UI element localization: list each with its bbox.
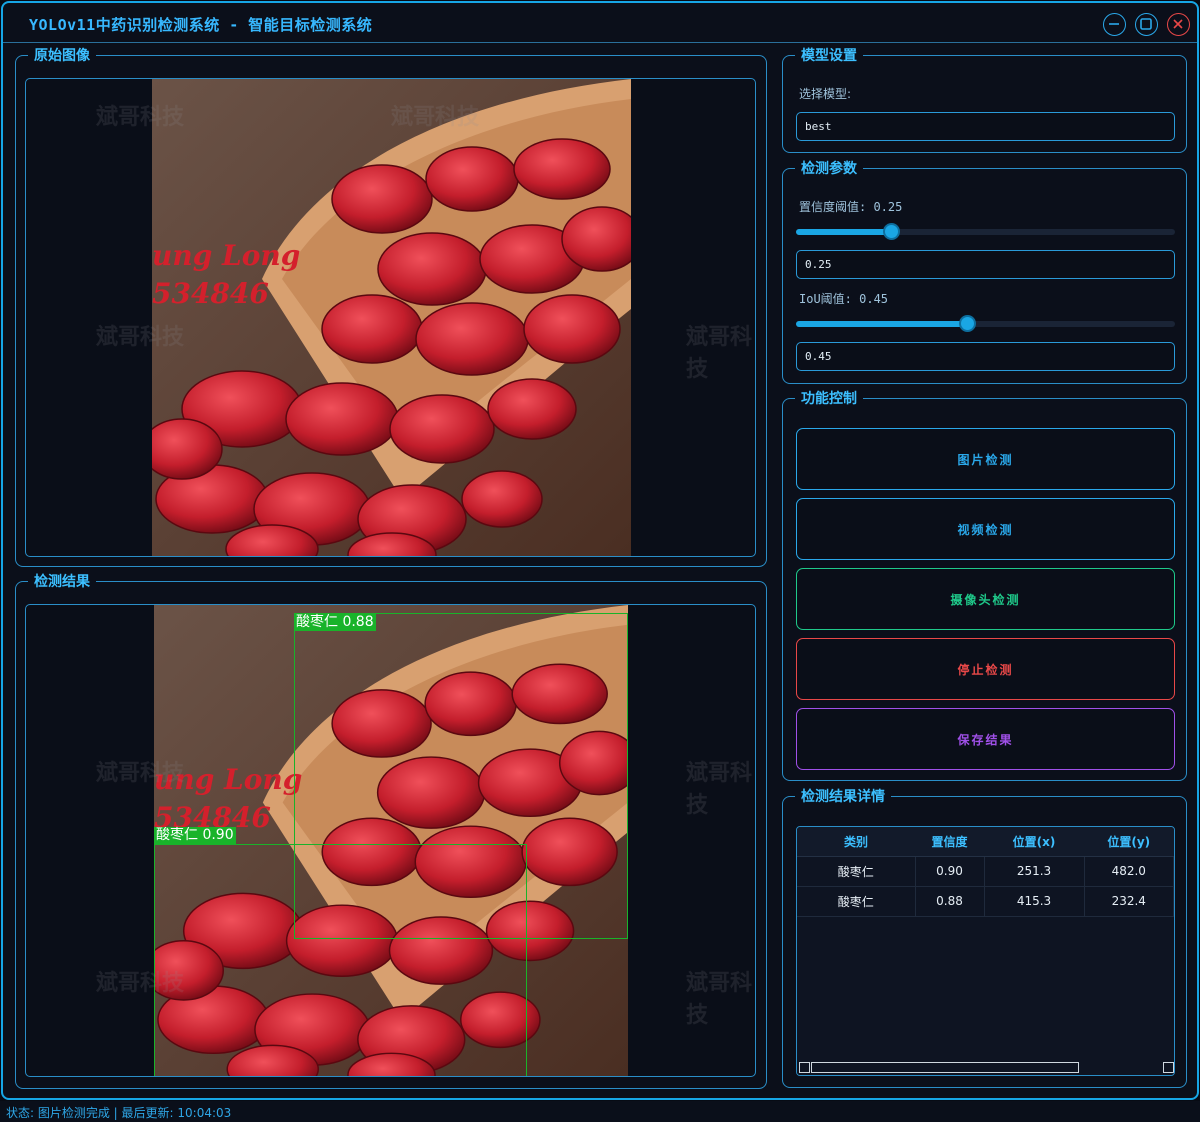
- detection-label: 酸枣仁 0.88: [294, 614, 376, 631]
- stop-detect-button[interactable]: 停止检测: [796, 638, 1175, 700]
- table-cell: 0.88: [915, 886, 985, 917]
- main-window: YOLOv11中药识别检测系统 - 智能目标检测系统 原始图像 ung Long…: [1, 1, 1199, 1100]
- results-table: 类别 置信度 位置(x) 位置(y) 酸枣仁 0.90 251.3 482.0: [797, 827, 1174, 917]
- horizontal-scrollbar[interactable]: [797, 1061, 1174, 1075]
- app-root: YOLOv11中药识别检测系统 - 智能目标检测系统 原始图像 ung Long…: [0, 0, 1200, 1122]
- result-image-title: 检测结果: [28, 573, 96, 591]
- photo-text-line2: 534846: [152, 277, 269, 310]
- scroll-right-icon[interactable]: [1163, 1062, 1174, 1073]
- model-select[interactable]: best: [796, 112, 1175, 141]
- table-row[interactable]: 酸枣仁 0.90 251.3 482.0: [797, 856, 1174, 887]
- watermark: 斌哥科技: [686, 971, 753, 1028]
- column-header[interactable]: 位置(x): [984, 827, 1084, 857]
- maximize-icon: [1140, 18, 1152, 30]
- scroll-left-icon[interactable]: [799, 1062, 810, 1073]
- status-bar: 状态: 图片检测完成 | 最后更新: 10:04:03: [0, 1101, 1200, 1122]
- table-cell: 酸枣仁: [797, 856, 916, 887]
- table-cell: 232.4: [1084, 886, 1174, 917]
- slider-handle[interactable]: [959, 315, 976, 332]
- watermark: 斌哥科技: [686, 761, 753, 818]
- model-select-label: 选择模型:: [799, 87, 852, 101]
- minimize-icon: [1109, 23, 1119, 25]
- conf-threshold-label: 置信度阈值: 0.25: [799, 200, 903, 214]
- maximize-button[interactable]: [1135, 13, 1158, 36]
- photo-text-line1: ung Long: [152, 239, 301, 272]
- slider-handle[interactable]: [883, 223, 900, 240]
- table-cell: 0.90: [915, 856, 985, 887]
- window-title: YOLOv11中药识别检测系统 - 智能目标检测系统: [29, 16, 373, 34]
- iou-threshold-label: IoU阈值: 0.45: [799, 292, 889, 306]
- conf-threshold-slider[interactable]: [796, 223, 1175, 240]
- close-icon: [1173, 19, 1183, 29]
- results-detail-title: 检测结果详情: [795, 788, 891, 806]
- result-image-group: 检测结果 ung Long 534846 酸枣仁 0.88 酸枣仁 0.90 斌…: [15, 573, 767, 1089]
- table-cell: 酸枣仁: [797, 886, 916, 917]
- detect-params-title: 检测参数: [795, 160, 863, 178]
- iou-threshold-input[interactable]: 0.45: [796, 342, 1175, 371]
- results-table-container[interactable]: 类别 置信度 位置(x) 位置(y) 酸枣仁 0.90 251.3 482.0: [796, 826, 1175, 1076]
- iou-threshold-slider[interactable]: [796, 315, 1175, 332]
- title-bar[interactable]: YOLOv11中药识别检测系统 - 智能目标检测系统: [3, 3, 1197, 43]
- close-button[interactable]: [1167, 13, 1190, 36]
- column-header[interactable]: 类别: [797, 827, 915, 857]
- column-header[interactable]: 置信度: [915, 827, 984, 857]
- watermark: 斌哥科技: [686, 325, 753, 382]
- result-photo: ung Long 534846 酸枣仁 0.88 酸枣仁 0.90: [154, 605, 628, 1076]
- model-settings-title: 模型设置: [795, 47, 863, 65]
- column-header[interactable]: 位置(y): [1084, 827, 1174, 857]
- table-cell: 482.0: [1084, 856, 1174, 887]
- slider-fill: [796, 229, 891, 235]
- table-row[interactable]: 酸枣仁 0.88 415.3 232.4: [797, 886, 1174, 917]
- detection-box: 酸枣仁 0.90: [154, 827, 527, 1076]
- table-cell: 415.3: [984, 886, 1085, 917]
- conf-threshold-input[interactable]: 0.25: [796, 250, 1175, 279]
- original-photo: ung Long 534846: [152, 79, 631, 556]
- original-image-group: 原始图像 ung Long 534846 斌哥科技 斌哥科技 斌哥科技: [15, 47, 767, 567]
- function-control-group: 功能控制 图片检测 视频检测 摄像头检测 停止检测 保存结果: [782, 390, 1187, 781]
- table-header-row: 类别 置信度 位置(x) 位置(y): [797, 827, 1174, 857]
- photo-text-line1: ung Long: [154, 763, 303, 796]
- model-settings-group: 模型设置 选择模型: best: [782, 47, 1187, 153]
- table-cell: 251.3: [984, 856, 1085, 887]
- function-control-title: 功能控制: [795, 390, 863, 408]
- image-detect-button[interactable]: 图片检测: [796, 428, 1175, 490]
- save-result-button[interactable]: 保存结果: [796, 708, 1175, 770]
- video-detect-button[interactable]: 视频检测: [796, 498, 1175, 560]
- status-text: 状态: 图片检测完成 | 最后更新: 10:04:03: [6, 1106, 232, 1120]
- minimize-button[interactable]: [1103, 13, 1126, 36]
- herb-photo-drawing: [152, 79, 631, 556]
- results-detail-group: 检测结果详情 类别 置信度 位置(x) 位置(y) 酸枣仁 0.90 251.3…: [782, 788, 1187, 1088]
- camera-detect-button[interactable]: 摄像头检测: [796, 568, 1175, 630]
- scrollbar-thumb[interactable]: [811, 1062, 1079, 1073]
- original-image-title: 原始图像: [28, 47, 96, 65]
- detection-label: 酸枣仁 0.90: [154, 827, 236, 844]
- original-image-box: ung Long 534846 斌哥科技 斌哥科技 斌哥科技 斌哥科技: [25, 78, 756, 557]
- result-image-box: ung Long 534846 酸枣仁 0.88 酸枣仁 0.90 斌哥科技 斌…: [25, 604, 756, 1077]
- slider-fill: [796, 321, 967, 327]
- detect-params-group: 检测参数 置信度阈值: 0.25 0.25 IoU阈值: 0.45 0.45: [782, 160, 1187, 384]
